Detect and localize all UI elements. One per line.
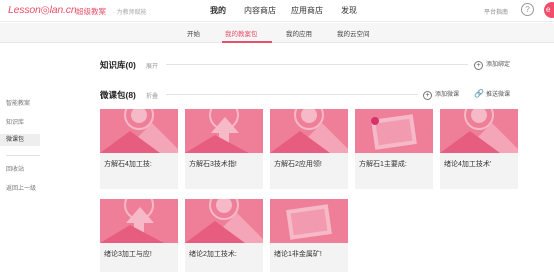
card-title: 绪论4加工技术' [444,161,492,168]
nav-content-store[interactable]: 内容商店 [244,5,276,16]
micro-divider [166,94,418,95]
add-binding-button[interactable]: + 添加绑定 [474,59,510,70]
nav-discover[interactable]: 发现 [341,5,357,16]
tab-my-cloud-space[interactable]: 我的云空间 [337,28,370,38]
micro-course-card[interactable]: 绪论2加工技术: [185,199,263,272]
knowledge-divider [166,64,468,65]
help-icon[interactable]: ? [521,3,534,16]
push-micro-course-button[interactable]: 🔗 推送微课 [474,89,510,98]
micro-course-card[interactable]: 绪论4加工技术' [440,109,518,189]
micro-course-card[interactable]: 绪论3加工与应! [100,199,178,272]
sub-tab-bar: 开始 我的教案包 我的应用 我的云空间 [0,23,554,43]
add-binding-label: 添加绑定 [486,62,511,68]
micro-course-card[interactable]: 方解石1主要成: [355,109,433,189]
card-thumbnail [270,109,348,153]
card-title: 方解石3技术指! [189,161,237,168]
knowledge-expand-toggle[interactable]: 展开 [146,61,158,70]
sidebar-item-smart-lesson[interactable]: 智能教案 [6,98,30,107]
card-thumbnail [270,199,348,243]
sidebar-divider [6,155,40,156]
tab-start[interactable]: 开始 [187,28,200,38]
plus-circle-icon: + [474,61,483,70]
plus-circle-icon: + [423,91,432,100]
card-title: 绪论2加工技术: [189,251,237,258]
card-thumbnail [100,199,178,243]
push-micro-course-label: 推送微课 [485,92,510,98]
tab-my-lesson-packs[interactable]: 我的教案包 [225,28,258,38]
knowledge-section-title: 知识库(0) [100,60,136,70]
card-title: 绪论1非金属矿! [274,251,322,258]
brand-slogan: · 为教师赋能 [113,10,147,16]
card-title: 绪论3加工与应! [104,251,152,258]
nav-my[interactable]: 我的 [210,5,226,16]
avatar[interactable]: e [544,2,554,18]
sidebar-item-knowledge[interactable]: 知识库 [6,117,24,126]
active-tab-indicator [222,41,272,43]
card-thumbnail [440,109,518,153]
platform-guide-link[interactable]: 平台指南 [484,7,508,16]
micro-course-card[interactable]: 方解石3技术指! [185,109,263,189]
card-thumbnail [100,109,178,153]
logo-text: Lesson [8,4,41,16]
micro-course-card[interactable]: 方解石4加工技: [100,109,178,189]
top-bar: Lesson◎lan.cn 超级教案 · 为教师赋能 我的 内容商店 应用商店 … [0,0,554,22]
micro-course-card[interactable]: 方解石2应用领! [270,109,348,189]
tab-my-apps[interactable]: 我的应用 [286,28,312,38]
logo-text-2: lan.cn [49,4,77,16]
share-icon: 🔗 [474,89,484,98]
card-thumbnail [185,199,263,243]
sidebar-item-go-back[interactable]: 返回上一级 [6,183,36,192]
sidebar-item-recycle-bin[interactable]: 回收站 [6,164,24,173]
logo[interactable]: Lesson◎lan.cn [8,4,77,16]
brand-name: 超级教案 [76,7,106,16]
logo-o-mark: ◎ [40,4,50,16]
card-title: 方解石4加工技: [104,161,152,168]
add-micro-course-label: 添加微课 [435,92,460,98]
card-title: 方解石2应用领! [274,161,322,168]
card-thumbnail [355,109,433,153]
micro-section-title: 微课包(8) [100,90,136,100]
card-title: 方解石1主要成: [359,161,407,168]
card-thumbnail [185,109,263,153]
add-micro-course-button[interactable]: + 添加微课 [423,89,459,100]
nav-app-store[interactable]: 应用商店 [291,5,323,16]
micro-course-card[interactable]: 绪论1非金属矿! [270,199,348,272]
micro-collapse-toggle[interactable]: 折叠 [146,91,158,100]
sidebar-item-micro-course[interactable]: 微课包 [0,134,40,146]
